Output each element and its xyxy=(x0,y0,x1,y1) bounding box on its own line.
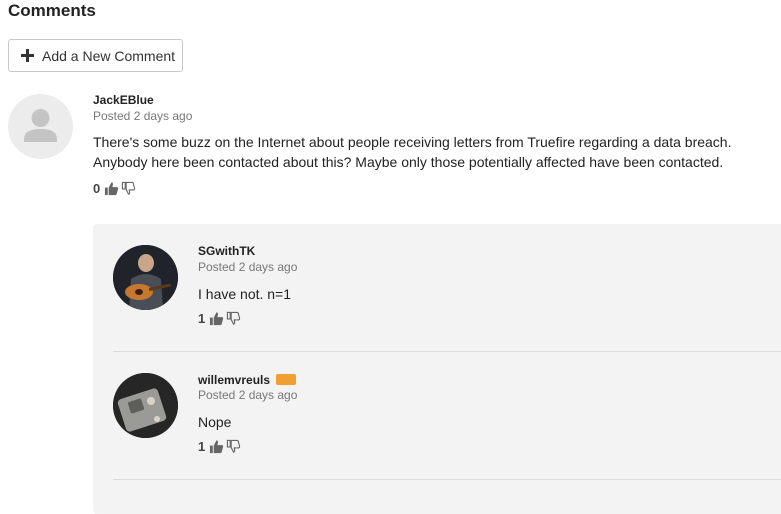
vote-count: 0 xyxy=(93,181,101,196)
thumbs-up-button[interactable] xyxy=(209,439,224,454)
reply-author-row: willemvreuls xyxy=(198,373,297,387)
reply-divider xyxy=(113,351,781,352)
comment-body-line-2: Anybody here been contacted about this? … xyxy=(93,154,724,170)
reply-body: Nope xyxy=(198,414,232,430)
thumbs-down-icon xyxy=(227,311,241,325)
reply-divider xyxy=(113,479,781,480)
comments-heading: Comments xyxy=(8,1,96,20)
reply-time: Posted 2 days ago xyxy=(198,388,298,402)
comment-body-line-1: There's some buzz on the Internet about … xyxy=(93,134,732,150)
reply-votes: 1 xyxy=(198,439,243,454)
plus-icon xyxy=(21,49,34,62)
reply-author[interactable]: SGwithTK xyxy=(198,244,255,258)
thumbs-up-button[interactable] xyxy=(104,181,119,196)
avatar-sgwithtk[interactable] xyxy=(113,245,178,310)
comment-votes: 0 xyxy=(93,181,138,196)
reply-body: I have not. n=1 xyxy=(198,286,292,302)
comment-time: Posted 2 days ago xyxy=(93,109,193,123)
pedal-photo xyxy=(113,373,178,438)
user-silhouette-icon xyxy=(24,109,57,142)
vote-count: 1 xyxy=(198,311,206,326)
thumbs-down-icon xyxy=(122,181,136,195)
avatar-default[interactable] xyxy=(8,94,73,159)
thumbs-up-icon xyxy=(210,440,224,454)
thumbs-down-button[interactable] xyxy=(226,311,241,326)
thumbs-down-button[interactable] xyxy=(121,181,136,196)
reply-time: Posted 2 days ago xyxy=(198,260,298,274)
reply-author[interactable]: willemvreuls xyxy=(198,373,270,387)
replies-container xyxy=(93,224,781,514)
thumbs-up-icon xyxy=(210,312,224,326)
add-comment-button[interactable]: Add a New Comment xyxy=(8,39,183,72)
thumbs-up-icon xyxy=(105,182,119,196)
vote-count: 1 xyxy=(198,439,206,454)
member-badge-icon xyxy=(276,374,297,386)
thumbs-down-icon xyxy=(227,439,241,453)
thumbs-up-button[interactable] xyxy=(209,311,224,326)
add-comment-label: Add a New Comment xyxy=(42,47,176,64)
avatar-willemvreuls[interactable] xyxy=(113,373,178,438)
reply-votes: 1 xyxy=(198,311,243,326)
comment-author[interactable]: JackEBlue xyxy=(93,93,154,107)
guitarist-photo xyxy=(113,245,178,310)
thumbs-down-button[interactable] xyxy=(226,439,241,454)
